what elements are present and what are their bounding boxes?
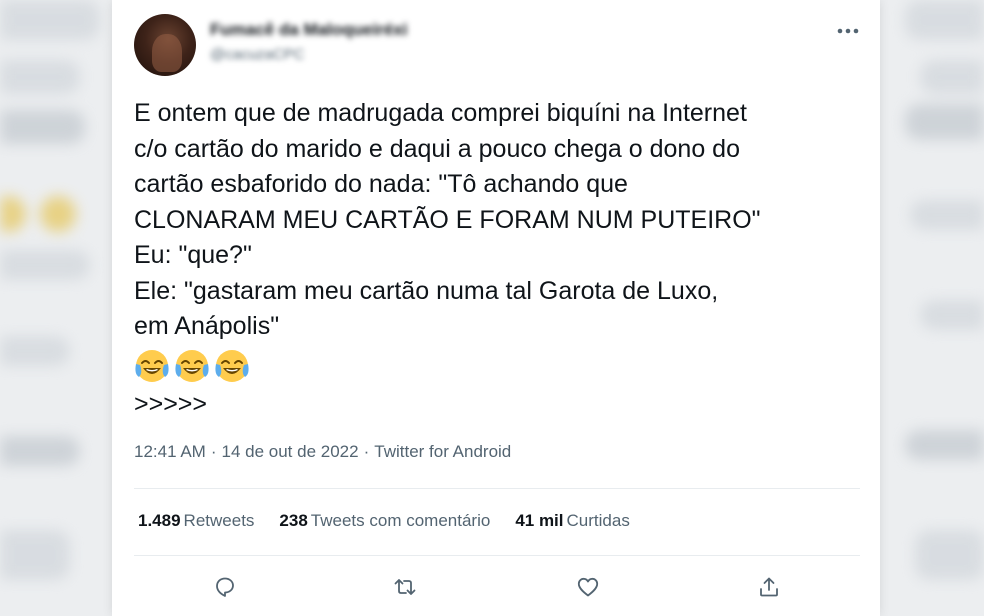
tweet-stats: 1.489 Retweets 238 Tweets com comentário 4… xyxy=(138,511,630,531)
tweet-text-line: Ele: "gastaram meu cartão numa tal Garot… xyxy=(134,276,719,305)
emoji-row xyxy=(134,348,250,384)
more-horizontal-icon xyxy=(837,28,859,34)
retweet-button[interactable] xyxy=(388,570,422,604)
tweet-text-line: em Anápolis" xyxy=(134,312,280,340)
separator: · xyxy=(363,442,370,461)
share-icon xyxy=(760,577,778,597)
tweet-metadata: 12:41 AM · 14 de out de 2022 · Twitter for A… xyxy=(134,442,511,462)
quotes-label: Tweets com comentário xyxy=(310,511,491,530)
retweets-stat[interactable]: 1.489 Retweets xyxy=(138,511,254,531)
likes-stat[interactable]: 41 mil Curtidas xyxy=(515,511,630,531)
tweet-text-line: cartão esbaforido do nada: "Tô achando q… xyxy=(134,170,628,198)
retweets-count: 1.489 xyxy=(138,511,181,530)
likes-count: 41 mil xyxy=(515,511,564,530)
author-handle[interactable]: @cacuzaCPC xyxy=(210,46,304,63)
tweet-trailing-text: >>>>> xyxy=(134,390,207,418)
tweet-text: E ontem que de madrugada comprei biquíni… xyxy=(134,96,864,345)
quotes-stat[interactable]: 238 Tweets com comentário xyxy=(279,511,490,531)
divider xyxy=(134,555,860,556)
face-with-tears-of-joy-icon xyxy=(215,350,249,382)
tweet-text-line: c/o cartão do marido e daqui a pouco che… xyxy=(134,134,740,163)
avatar[interactable] xyxy=(134,14,196,76)
tweet-time[interactable]: 12:41 AM xyxy=(134,442,206,461)
divider xyxy=(134,488,860,489)
separator: · xyxy=(210,442,217,461)
tweet-text-line: CLONARAM MEU CARTÃO E FORAM NUM PUTEIRO" xyxy=(134,205,761,234)
tweet-card: Fumacê da Maloqueiréxi @cacuzaCPC E onte… xyxy=(112,0,880,616)
retweet-icon xyxy=(394,579,416,595)
retweets-label: Retweets xyxy=(183,511,255,530)
quotes-count: 238 xyxy=(279,511,308,530)
face-with-tears-of-joy-icon xyxy=(175,350,209,382)
reply-button[interactable] xyxy=(208,570,242,604)
reply-icon xyxy=(216,577,234,597)
author-display-name[interactable]: Fumacê da Maloqueiréxi xyxy=(210,20,407,40)
tweet-date[interactable]: 14 de out de 2022 xyxy=(222,442,359,461)
tweet-text-line: Eu: "que?" xyxy=(134,241,252,269)
tweet-source[interactable]: Twitter for Android xyxy=(374,442,511,461)
likes-label: Curtidas xyxy=(566,511,630,530)
face-with-tears-of-joy-icon xyxy=(135,350,169,382)
share-button[interactable] xyxy=(752,570,786,604)
tweet-text-line: E ontem que de madrugada comprei biquíni… xyxy=(134,99,747,127)
heart-icon xyxy=(577,577,599,597)
tweet-actions xyxy=(112,570,880,604)
more-options-button[interactable] xyxy=(830,16,866,46)
like-button[interactable] xyxy=(571,570,605,604)
